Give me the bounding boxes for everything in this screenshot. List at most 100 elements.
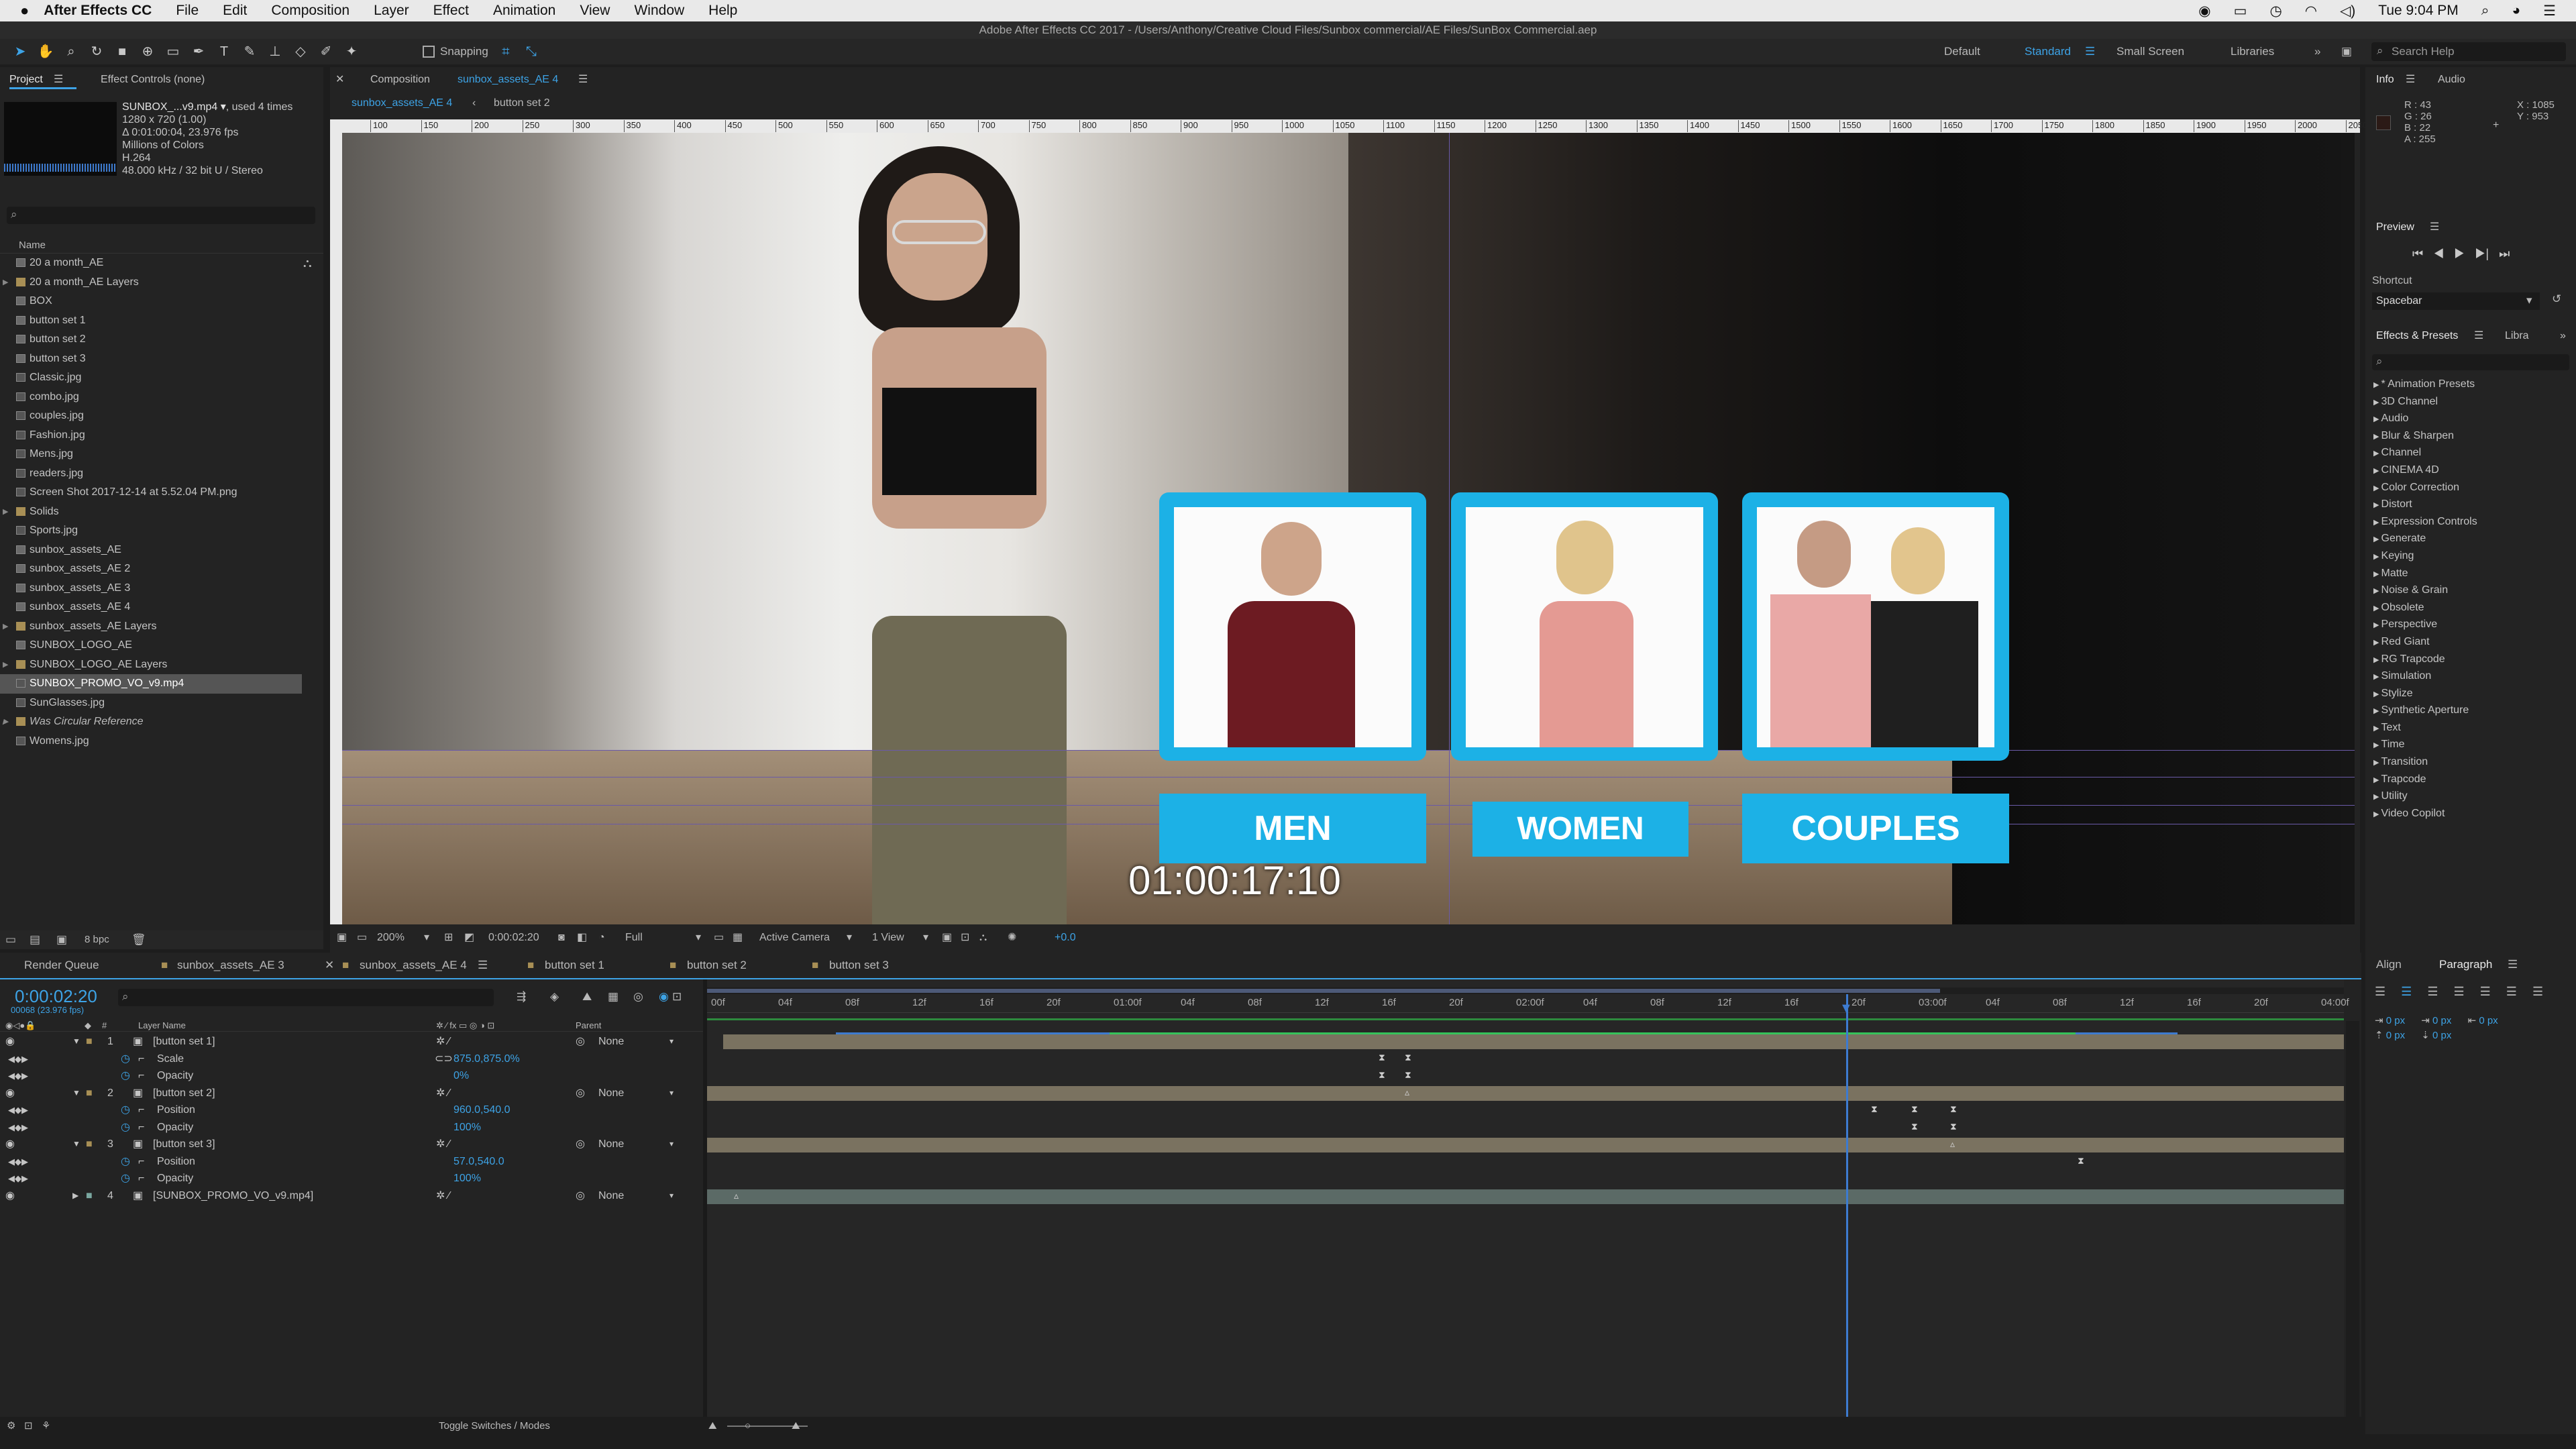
- panel-overflow-icon[interactable]: »: [2560, 327, 2566, 345]
- expand-triangle-icon[interactable]: ▶: [2373, 639, 2381, 647]
- keyframe-icon[interactable]: ⧗: [2078, 1155, 2084, 1167]
- effects-category[interactable]: ▶ Matte: [2365, 565, 2576, 582]
- menu-composition[interactable]: Composition: [271, 3, 350, 19]
- project-item-row[interactable]: SunGlasses.jpg: [0, 694, 302, 713]
- close-tab-icon[interactable]: ✕: [325, 954, 334, 977]
- parent-pickwhip-icon[interactable]: ◎: [576, 1136, 585, 1153]
- graph-editor-toggle-icon[interactable]: ⊡: [672, 990, 682, 1004]
- effects-category[interactable]: ▶ Video Copilot: [2365, 805, 2576, 822]
- project-item-row[interactable]: 20 a month_AE: [0, 254, 302, 273]
- layer2-bar[interactable]: [707, 1086, 2344, 1101]
- resolution-dropdown[interactable]: Full: [625, 927, 643, 949]
- visibility-eye-icon[interactable]: ◉: [5, 1136, 15, 1153]
- snapshot-icon[interactable]: ◙: [558, 927, 565, 949]
- project-item-row[interactable]: Fashion.jpg: [0, 426, 302, 445]
- new-comp-icon[interactable]: ▣: [56, 933, 67, 947]
- expand-triangle-icon[interactable]: ▶: [2373, 707, 2381, 715]
- expand-triangle-icon[interactable]: ▶: [3, 712, 8, 732]
- timeline-layer-row[interactable]: ◉ ■ ▼ 2 ▣ [button set 2] ✲ ⁄ ◎ None ▾: [0, 1085, 703, 1102]
- project-search-input[interactable]: ⌕: [7, 207, 315, 224]
- effects-category[interactable]: ▶ Audio: [2365, 410, 2576, 427]
- expand-triangle-icon[interactable]: ▶: [2373, 415, 2381, 423]
- timeline-layer-row[interactable]: ◉ ■ ▶ 4 ▣ [SUNBOX_PROMO_VO_v9.mp4] ✲ ⁄ ◎ None ▾: [0, 1187, 703, 1205]
- effects-category[interactable]: ▶ Red Giant: [2365, 633, 2576, 651]
- tab-render-queue[interactable]: Render Queue: [24, 954, 99, 977]
- project-item-row[interactable]: sunbox_assets_AE: [0, 541, 302, 560]
- always-preview-icon[interactable]: ▣: [337, 927, 347, 949]
- sync-icon[interactable]: ▣: [2341, 39, 2352, 64]
- timeline-layer-row[interactable]: ◉ ■ ▼ 3 ▣ [button set 3] ✲ ⁄ ◎ None ▾: [0, 1136, 703, 1153]
- preview-title[interactable]: Preview: [2376, 219, 2414, 236]
- property-value[interactable]: 100%: [453, 1119, 481, 1136]
- keyframe-icon[interactable]: ⧗: [1379, 1069, 1385, 1081]
- reset-shortcut-icon[interactable]: ↺: [2552, 292, 2561, 306]
- apple-menu-icon[interactable]: ●: [20, 2, 29, 19]
- align-center-icon[interactable]: ☰: [2401, 985, 2412, 998]
- layer-property-row[interactable]: ◀◆▶ ◷ ⌐ Position 57.0,540.0: [0, 1153, 703, 1171]
- justify-left-icon[interactable]: ☰: [2453, 985, 2464, 998]
- menu-window[interactable]: Window: [634, 3, 684, 19]
- women-button[interactable]: WOMEN: [1472, 802, 1688, 857]
- effects-category[interactable]: ▶ Perspective: [2365, 616, 2576, 633]
- menu-layer[interactable]: Layer: [374, 3, 409, 19]
- draft-3d-icon[interactable]: ◈: [550, 990, 559, 1004]
- project-item-row[interactable]: sunbox_assets_AE 3: [0, 579, 302, 598]
- expand-triangle-icon[interactable]: ▶: [2373, 535, 2381, 543]
- visibility-eye-icon[interactable]: ◉: [5, 1187, 15, 1205]
- expand-triangle-icon[interactable]: ▼: [72, 1085, 80, 1102]
- project-item-row[interactable]: sunbox_assets_AE 2: [0, 559, 302, 579]
- menu-help[interactable]: Help: [708, 3, 737, 19]
- show-snapshot-icon[interactable]: ◧: [577, 927, 587, 949]
- label-color-icon[interactable]: ■: [86, 1187, 93, 1205]
- visibility-eye-icon[interactable]: ◉: [5, 1085, 15, 1102]
- comp-tab-name[interactable]: sunbox_assets_AE 4: [458, 71, 558, 89]
- timeline-scrollbar[interactable]: [2346, 1021, 2359, 1424]
- project-item-row[interactable]: Screen Shot 2017-12-14 at 5.52.04 PM.png: [0, 483, 302, 502]
- chevron-down-icon[interactable]: ▾: [424, 927, 429, 949]
- play-icon[interactable]: ▶: [2454, 247, 2465, 260]
- tab-button-set-3[interactable]: button set 3: [829, 954, 889, 977]
- graph-icon[interactable]: ⌐: [138, 1102, 144, 1119]
- comp-mini-flowchart-icon[interactable]: ⇶: [517, 990, 526, 1004]
- project-menu-icon[interactable]: ☰: [54, 71, 63, 89]
- chevron-down-icon[interactable]: ▾: [2526, 294, 2532, 307]
- reset-exposure-icon[interactable]: ✺: [1008, 927, 1016, 949]
- comp-viewer[interactable]: MEN WOMEN COUPLES 01:00:17:10: [342, 133, 2355, 924]
- region-of-interest-icon[interactable]: ▭: [714, 927, 724, 949]
- interpret-footage-icon[interactable]: ▭: [5, 933, 16, 947]
- toggle-transfer-icon[interactable]: ⊡: [24, 1417, 33, 1436]
- label-color-icon[interactable]: ■: [86, 1136, 93, 1153]
- pan-behind-tool-icon[interactable]: ⊕: [137, 42, 158, 61]
- info-menu-icon[interactable]: ☰: [2406, 71, 2415, 89]
- men-card[interactable]: [1159, 492, 1426, 761]
- expand-triangle-icon[interactable]: ▶: [2373, 604, 2381, 612]
- snap-expand-icon[interactable]: ⤡: [521, 42, 542, 61]
- space-before-value[interactable]: 0 px: [2386, 1030, 2405, 1041]
- couples-button[interactable]: COUPLES: [1742, 794, 2009, 863]
- expand-triangle-icon[interactable]: ▶: [2373, 553, 2381, 561]
- effects-category[interactable]: ▶ CINEMA 4D: [2365, 462, 2576, 479]
- keyframe-icon[interactable]: ▵: [1405, 1087, 1409, 1098]
- expand-triangle-icon[interactable]: ▶: [72, 1187, 78, 1205]
- expand-triangle-icon[interactable]: ▶: [2373, 793, 2381, 801]
- layer4-bar[interactable]: [707, 1189, 2344, 1204]
- project-folder-row[interactable]: ▶ Solids: [0, 502, 302, 522]
- tab-align[interactable]: Align: [2376, 958, 2402, 971]
- type-tool-icon[interactable]: T: [213, 42, 235, 61]
- next-frame-icon[interactable]: ▶|: [2475, 247, 2489, 260]
- keyframe-icon[interactable]: ⧗: [1405, 1052, 1411, 1063]
- expand-triangle-icon[interactable]: ▶: [2373, 433, 2381, 441]
- tab-menu-icon[interactable]: ☰: [478, 954, 488, 977]
- property-value[interactable]: 960.0,540.0: [453, 1102, 511, 1119]
- women-card[interactable]: [1451, 492, 1718, 761]
- parent-dropdown[interactable]: None: [598, 1033, 679, 1051]
- effects-category[interactable]: ▶ Expression Controls: [2365, 513, 2576, 531]
- expand-triangle-icon[interactable]: ▶: [2373, 690, 2381, 698]
- align-left-icon[interactable]: ☰: [2375, 985, 2385, 998]
- project-item-row[interactable]: BOX: [0, 292, 302, 311]
- graph-icon[interactable]: ⌐: [138, 1153, 144, 1171]
- effects-category[interactable]: ▶ Blur & Sharpen: [2365, 427, 2576, 445]
- project-item-row[interactable]: Womens.jpg: [0, 732, 302, 751]
- project-item-row[interactable]: button set 3: [0, 350, 302, 369]
- menu-effect[interactable]: Effect: [433, 3, 469, 19]
